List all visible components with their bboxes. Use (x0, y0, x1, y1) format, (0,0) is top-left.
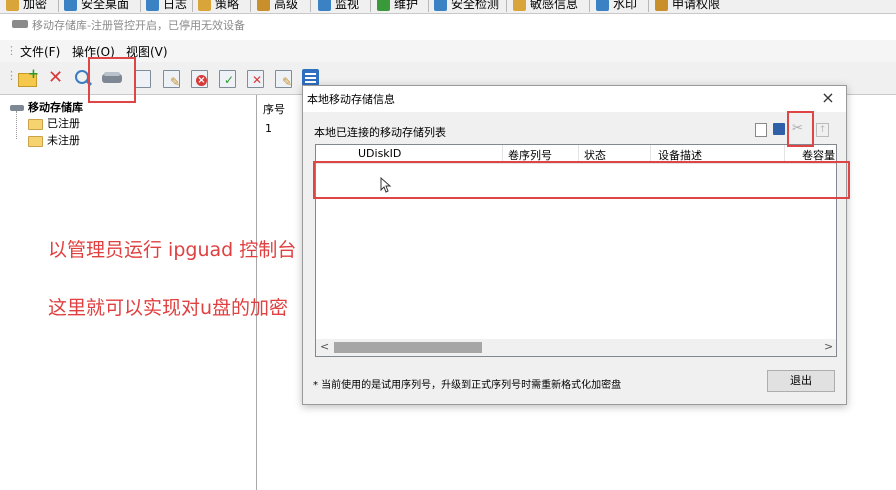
divider (589, 0, 590, 12)
folder-icon (28, 135, 43, 147)
cancel-icon[interactable]: × (188, 67, 210, 89)
divider (192, 0, 193, 12)
top-item-request-permission[interactable]: 申请权限 (655, 0, 720, 12)
top-item-maintain[interactable]: 维护 (377, 0, 418, 12)
divider (506, 0, 507, 12)
request-permission-icon (655, 0, 668, 11)
top-navigation-bar: 加密 安全桌面 日志 策略 高级 监视 维护 安全检测 敏感信息 水印 申请权限 (0, 0, 896, 14)
save-icon[interactable] (773, 123, 785, 135)
drive-icon (12, 20, 28, 28)
divider (140, 0, 141, 12)
divider (310, 0, 311, 12)
annotation-text-1: 以管理员运行 ipguad 控制台 (48, 239, 297, 261)
edit-icon[interactable]: ✎ (160, 67, 182, 89)
top-item-monitor[interactable]: 监视 (318, 0, 359, 12)
tree-line (16, 111, 18, 139)
refresh-icon[interactable] (755, 123, 767, 137)
window-title-bar: 移动存储库-注册管控开启，已停用无效设备 (0, 14, 896, 40)
scroll-left-icon[interactable]: < (320, 340, 329, 353)
folder-icon (28, 118, 43, 130)
delete-icon[interactable]: ✕ (44, 67, 66, 89)
scroll-right-icon[interactable]: > (824, 340, 833, 353)
menu-file[interactable]: 文件(F) (20, 43, 60, 60)
top-item-sensitive-info[interactable]: 敏感信息 (513, 0, 578, 12)
annotation-text-2: 这里就可以实现对u盘的加密 (48, 297, 289, 319)
tree-item-unregistered[interactable]: 未注册 (28, 132, 80, 148)
policy-icon (198, 0, 211, 11)
tree-item-registered[interactable]: 已注册 (28, 115, 80, 131)
highlight-box (787, 111, 814, 147)
remove-icon[interactable]: ✕ (244, 67, 266, 89)
close-button[interactable]: × (818, 88, 838, 108)
divider (250, 0, 251, 12)
check-icon[interactable]: ✓ (216, 67, 238, 89)
scroll-thumb[interactable] (334, 342, 482, 353)
encrypt-icon (6, 0, 19, 11)
column-header-index[interactable]: 序号 (263, 101, 285, 117)
security-check-icon (434, 0, 447, 11)
trial-serial-notice: * 当前使用的是试用序列号，升级到正式序列号时需重新格式化加密盘 (313, 380, 622, 391)
tree-root[interactable]: 移动存储库 (10, 99, 83, 115)
monitor-icon (318, 0, 331, 11)
top-item-policy[interactable]: 策略 (198, 0, 239, 12)
top-item-encrypt[interactable]: 加密 (6, 0, 47, 12)
advanced-icon (257, 0, 270, 11)
group-title: 本地已连接的移动存储列表 (314, 126, 446, 139)
mouse-cursor-icon (380, 177, 392, 193)
local-storage-dialog: 本地移动存储信息 × 本地已连接的移动存储列表 ✂ ↑ UDiskID 卷序列号… (302, 85, 847, 405)
divider (428, 0, 429, 12)
top-item-advanced[interactable]: 高级 (257, 0, 298, 12)
dialog-title: 本地移动存储信息 (307, 93, 395, 106)
column-header-udiskid[interactable]: UDiskID (358, 147, 401, 160)
divider (370, 0, 371, 12)
top-item-security-check[interactable]: 安全检测 (434, 0, 499, 12)
horizontal-scrollbar[interactable]: < > (316, 339, 836, 356)
table-row[interactable]: 1 (265, 122, 272, 135)
highlight-box (88, 57, 136, 103)
top-item-secure-desktop[interactable]: 安全桌面 (64, 0, 129, 12)
maintain-icon (377, 0, 390, 11)
divider (58, 0, 59, 12)
divider (648, 0, 649, 12)
highlight-box (313, 161, 850, 199)
warning-icon (513, 0, 526, 11)
dialog-title-bar: 本地移动存储信息 × (303, 86, 846, 112)
top-item-log[interactable]: 日志 (146, 0, 187, 12)
new-folder-icon[interactable]: + (16, 67, 39, 89)
desktop-icon (64, 0, 77, 11)
storage-list-group: 本地已连接的移动存储列表 ✂ ↑ UDiskID 卷序列号 状态 设备描述 卷容… (313, 120, 837, 360)
top-item-watermark[interactable]: 水印 (596, 0, 637, 12)
upload-icon[interactable]: ↑ (816, 123, 829, 137)
window-title: 移动存储库-注册管控开启，已停用无效设备 (32, 19, 245, 32)
watermark-icon (596, 0, 609, 11)
exit-button[interactable]: 退出 (767, 370, 835, 392)
edit-doc-icon[interactable]: ✎ (272, 67, 294, 89)
grip-icon: ⋮ (6, 44, 17, 57)
log-icon (146, 0, 159, 11)
